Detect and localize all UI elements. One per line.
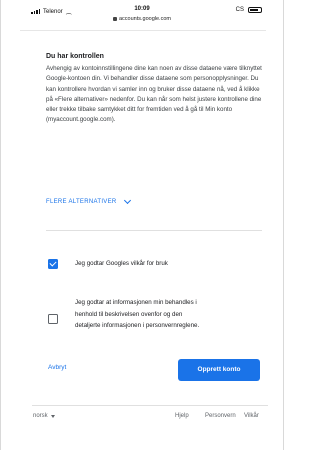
section-body-text: Avhengig av kontoinnstillingene dine kan…	[46, 65, 262, 124]
footer-help-link[interactable]: Hjelp	[175, 413, 189, 419]
battery-indicator: CS	[236, 7, 262, 13]
terms-consent-checkbox[interactable]	[48, 259, 58, 269]
section-divider	[46, 230, 262, 231]
footer-divider	[32, 405, 268, 406]
cancel-button[interactable]: Avbryt	[48, 359, 92, 377]
privacy-consent-label-line: Jeg godtar at informasjonen min behandle…	[75, 299, 197, 306]
language-label: norsk	[33, 413, 48, 419]
page-right-border	[283, 0, 284, 450]
terms-consent-label: Jeg godtar Googles vilkår for bruk	[75, 260, 168, 267]
battery-icon	[248, 7, 262, 13]
language-selector[interactable]: norsk	[33, 413, 55, 419]
lock-icon	[113, 16, 117, 21]
privacy-consent-label: Jeg godtar at informasjonen min behandle…	[75, 297, 199, 332]
privacy-consent-checkbox[interactable]	[48, 314, 58, 324]
status-bar-divider	[20, 30, 266, 31]
more-options-toggle[interactable]: FLERE ALTERNATIVER	[46, 196, 131, 205]
status-bar: Telenor ︵ 10:09 CS accounts.google.com	[0, 0, 284, 40]
page-left-border	[0, 0, 1, 450]
address-bar-url: accounts.google.com	[119, 16, 171, 22]
section-title: Du har kontrollen	[46, 53, 104, 60]
more-options-label: FLERE ALTERNATIVER	[46, 199, 117, 205]
create-account-button[interactable]: Opprett konto	[178, 359, 260, 381]
privacy-consent-label-line: henhold til beskrivelsen ovenfor og den	[75, 310, 183, 318]
terms-consent-row[interactable]: Jeg godtar Googles vilkår for bruk	[48, 258, 264, 272]
privacy-consent-label-line: detaljerte informasjonen i personvernreg…	[75, 322, 200, 329]
battery-label: CS	[235, 7, 244, 13]
dropdown-arrow-icon	[50, 414, 55, 418]
address-bar[interactable]: accounts.google.com	[0, 16, 284, 22]
privacy-consent-row[interactable]: Jeg godtar at informasjonen min behandle…	[48, 297, 264, 335]
footer-privacy-link[interactable]: Personvern	[205, 413, 236, 419]
chevron-down-icon	[123, 196, 131, 205]
footer-terms-link[interactable]: Vilkår	[244, 413, 259, 419]
